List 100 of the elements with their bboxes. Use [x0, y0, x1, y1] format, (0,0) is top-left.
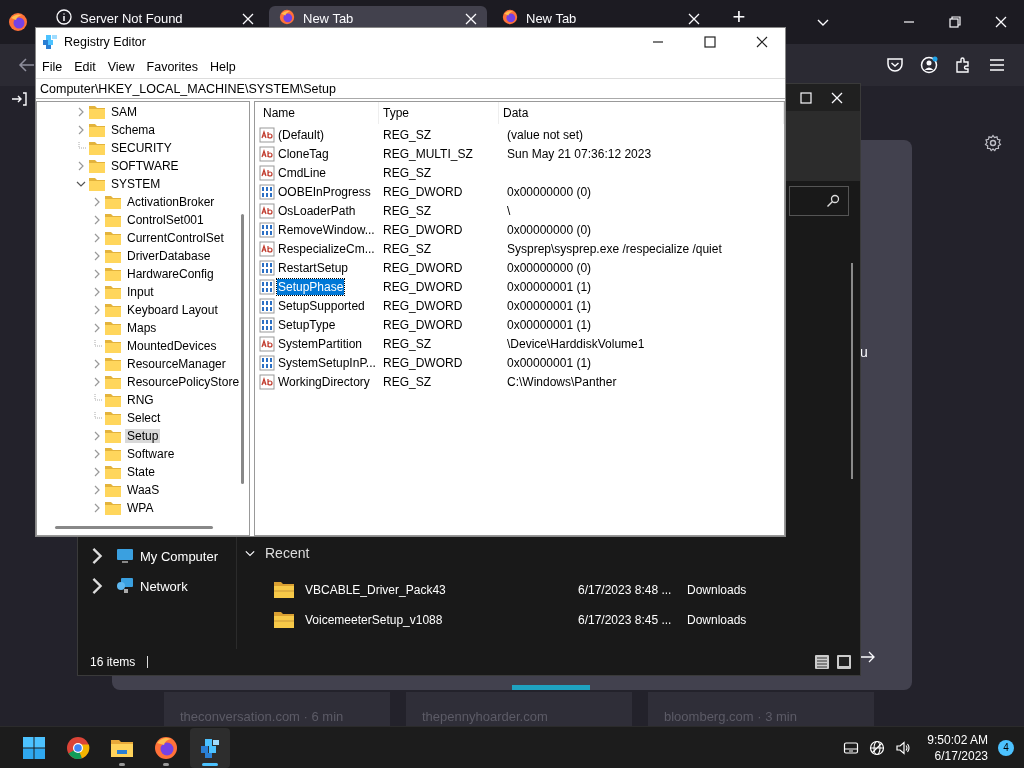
- puzzle-icon[interactable]: [954, 56, 972, 74]
- tree-item[interactable]: SECURITY: [109, 141, 174, 155]
- section-header[interactable]: Recent: [237, 545, 860, 561]
- list-view-icon[interactable]: [814, 654, 830, 670]
- string-value-icon: [259, 335, 275, 352]
- address-bar[interactable]: Computer\HKEY_LOCAL_MACHINE\SYSTEM\Setup: [36, 78, 785, 99]
- tree-item[interactable]: Maps: [125, 321, 159, 335]
- folder-icon: [104, 248, 122, 264]
- account-icon[interactable]: [920, 56, 938, 74]
- value-type: REG_DWORD: [382, 279, 464, 294]
- back-arrow-icon[interactable]: [18, 56, 36, 74]
- binary-value-icon: [259, 297, 275, 314]
- tiles-view-icon[interactable]: [836, 654, 852, 670]
- folder-icon: [104, 374, 122, 390]
- browser-tab[interactable]: Server Not Found: [46, 6, 264, 27]
- value-name[interactable]: (Default): [277, 126, 325, 143]
- arrow-right-icon[interactable]: [860, 649, 876, 665]
- tree-item[interactable]: State: [125, 465, 158, 479]
- tree-item[interactable]: SYSTEM: [109, 177, 163, 191]
- notification-badge[interactable]: 4: [998, 739, 1014, 756]
- tree-item[interactable]: ResourcePolicyStore: [125, 375, 242, 389]
- firefox-icon: [279, 9, 295, 25]
- tree-item[interactable]: CurrentControlSet: [125, 231, 226, 245]
- pocket-icon[interactable]: [886, 56, 904, 74]
- tree-item[interactable]: Keyboard Layout: [125, 303, 220, 317]
- tree-item[interactable]: WPA: [125, 501, 156, 515]
- info-icon: [56, 9, 72, 25]
- tree-item[interactable]: SOFTWARE: [109, 159, 181, 173]
- close-icon[interactable]: [465, 13, 477, 25]
- value-type: REG_MULTI_SZ: [382, 146, 474, 161]
- speaker-icon[interactable]: [895, 739, 912, 756]
- value-name[interactable]: WorkingDirectory: [277, 373, 371, 390]
- close-icon[interactable]: [688, 13, 700, 25]
- value-name[interactable]: SetupSupported: [277, 297, 366, 314]
- sign-in-icon[interactable]: [11, 91, 27, 107]
- clock-time[interactable]: 9:50:02 AM: [927, 731, 988, 748]
- clock-date[interactable]: 6/17/2023: [934, 747, 988, 764]
- value-name[interactable]: CloneTag: [277, 145, 330, 162]
- browser-tab[interactable]: New Tab: [492, 6, 710, 27]
- tree-item[interactable]: ActivationBroker: [125, 195, 217, 209]
- menu-item[interactable]: Favorites: [140, 60, 204, 74]
- firefox-icon[interactable]: [8, 12, 28, 32]
- file-name[interactable]: VoicemeeterSetup_v1088: [305, 613, 578, 627]
- column-header[interactable]: Data: [499, 102, 784, 124]
- folder-icon: [104, 320, 122, 336]
- value-type: REG_DWORD: [382, 184, 464, 199]
- registry-icon: [42, 34, 58, 50]
- keyboard-icon[interactable]: [843, 739, 860, 756]
- tree-item[interactable]: ControlSet001: [125, 213, 206, 227]
- tree-item[interactable]: Select: [125, 411, 163, 425]
- settings-icon[interactable]: [984, 134, 1002, 152]
- menu-item[interactable]: File: [36, 60, 69, 74]
- value-type: REG_SZ: [382, 336, 432, 351]
- nav-item[interactable]: Network: [78, 577, 236, 595]
- value-name[interactable]: SystemSetupInP...: [277, 354, 377, 371]
- folder-icon: [273, 610, 295, 630]
- globe-icon[interactable]: [869, 739, 886, 756]
- value-name[interactable]: CmdLine: [277, 164, 328, 181]
- monitor-icon: [116, 547, 134, 565]
- string-value-icon: [259, 145, 275, 162]
- tree-item[interactable]: WaaS: [125, 483, 162, 497]
- column-header[interactable]: Type: [379, 102, 499, 124]
- value-name[interactable]: RespecializeCm...: [277, 240, 376, 257]
- tree-item[interactable]: MountedDevices: [125, 339, 219, 353]
- tree-item[interactable]: Input: [125, 285, 156, 299]
- menu-item[interactable]: Help: [204, 60, 242, 74]
- tree-item[interactable]: SAM: [109, 105, 139, 119]
- window-title: Registry Editor: [64, 35, 146, 49]
- nav-item[interactable]: My Computer: [78, 547, 236, 565]
- tree-item[interactable]: DriverDatabase: [125, 249, 213, 263]
- taskbar-app[interactable]: [190, 727, 230, 768]
- tree-item[interactable]: ResourceManager: [125, 357, 228, 371]
- browser-tab[interactable]: New Tab: [269, 6, 487, 27]
- firefox-icon: [502, 9, 518, 25]
- folder-icon: [104, 284, 122, 300]
- value-name[interactable]: SystemPartition: [277, 335, 364, 352]
- value-name[interactable]: SetupPhase: [277, 278, 345, 295]
- new-tab-button[interactable]: +: [727, 7, 751, 27]
- value-name[interactable]: SetupType: [277, 316, 337, 333]
- maximize-icon: [704, 36, 716, 48]
- menu-item[interactable]: View: [101, 60, 141, 74]
- tree-item[interactable]: Setup: [125, 429, 161, 443]
- tree-item[interactable]: Schema: [109, 123, 158, 137]
- tree-item[interactable]: Software: [125, 447, 177, 461]
- close-icon: [995, 16, 1007, 28]
- value-name[interactable]: RemoveWindow...: [277, 221, 376, 238]
- column-header[interactable]: Name: [259, 102, 379, 124]
- tree-item[interactable]: HardwareConfig: [125, 267, 216, 281]
- search-field[interactable]: [789, 186, 849, 216]
- value-name[interactable]: OOBEInProgress: [277, 183, 372, 200]
- tree-item[interactable]: RNG: [125, 393, 156, 407]
- menu-item[interactable]: Edit: [68, 60, 102, 74]
- menu-icon[interactable]: [988, 56, 1006, 74]
- value-name[interactable]: RestartSetup: [277, 259, 350, 276]
- folder-icon: [104, 302, 122, 318]
- close-icon: [831, 91, 843, 104]
- close-icon[interactable]: [242, 13, 254, 25]
- value-data: 0x00000001 (1): [506, 317, 593, 332]
- file-name[interactable]: VBCABLE_Driver_Pack43: [305, 583, 578, 597]
- value-name[interactable]: OsLoaderPath: [277, 202, 357, 219]
